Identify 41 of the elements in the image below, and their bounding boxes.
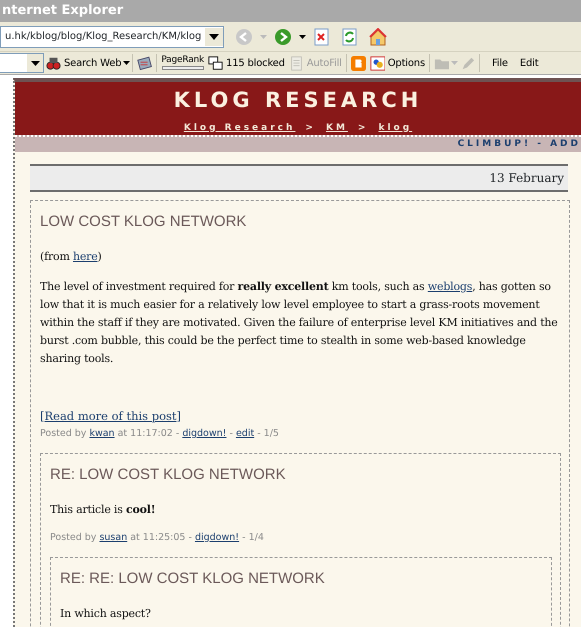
- window-title: nternet Explorer: [0, 0, 581, 22]
- text-link[interactable]: weblogs: [428, 280, 472, 292]
- windows-button[interactable]: 115 blocked: [206, 52, 287, 74]
- menu-item[interactable]: File: [490, 52, 510, 74]
- post-meta: Posted by susan at 11:25:05 - digdown! - 1/4: [50, 530, 265, 545]
- breadcrumb-link[interactable]: klog: [378, 122, 412, 135]
- post-title: RE: RE: LOW COST KLOG NETWORK: [60, 569, 326, 589]
- post-title: LOW COST KLOG NETWORK: [40, 212, 248, 232]
- site-title: KLOG RESEARCH: [172, 87, 424, 114]
- search-dropdown[interactable]: [0, 53, 44, 73]
- post-text: This article is cool!: [50, 502, 156, 518]
- dropdown-button[interactable]: [205, 28, 223, 46]
- meta-link[interactable]: kwan: [89, 428, 115, 439]
- read-more-link[interactable]: [Read more of this post]: [40, 408, 182, 425]
- binoculars-button[interactable]: Search Web: [44, 52, 124, 74]
- menu-item[interactable]: Edit: [518, 52, 540, 74]
- post-title: RE: LOW COST KLOG NETWORK: [50, 465, 287, 486]
- options-button[interactable]: Options: [368, 52, 427, 74]
- address-field[interactable]: u.hk/kblog/blog/Klog_Research/KM/klog: [0, 26, 224, 48]
- caret-icon[interactable]: [209, 34, 219, 40]
- caret-icon[interactable]: [123, 61, 130, 65]
- post-text: In which aspect?: [60, 606, 152, 622]
- action-links[interactable]: CLIMBUP! - ADD: [458, 139, 581, 149]
- breadcrumb-link[interactable]: KM: [326, 122, 348, 135]
- post-text: The level of investment required for really excellent km tools, such as weblogs, has gotten so low that it is much easier for a relatively low level employee to start a grass-roots movement within the staff if they are motivated. Given the failure of enterprise level KM initiatives and the burst .com bubble, this could be the perfect time to stealth in some web-based knowledge sharing tools.: [40, 278, 559, 366]
- post-text: (from here): [40, 248, 103, 264]
- meta-link[interactable]: digdown!: [182, 428, 226, 439]
- post-meta: Posted by kwan at 11:17:02 - digdown! - edit - 1/5: [40, 427, 280, 441]
- text-link[interactable]: here: [72, 250, 98, 262]
- meta-link[interactable]: digdown!: [194, 532, 240, 543]
- breadcrumb-link[interactable]: Klog Research: [184, 122, 296, 135]
- post-date: 13 February: [489, 171, 564, 185]
- pagerank-button[interactable]: PageRank: [159, 52, 206, 74]
- breadcrumb-separator: >: [358, 122, 368, 134]
- meta-link[interactable]: susan: [99, 532, 128, 543]
- caret-icon[interactable]: [30, 60, 40, 66]
- binoculars-icon: [46, 56, 61, 70]
- options-icon: [370, 56, 385, 70]
- caret-icon[interactable]: [299, 34, 306, 38]
- meta-link[interactable]: edit: [236, 428, 254, 439]
- breadcrumb-separator: >: [305, 122, 316, 134]
